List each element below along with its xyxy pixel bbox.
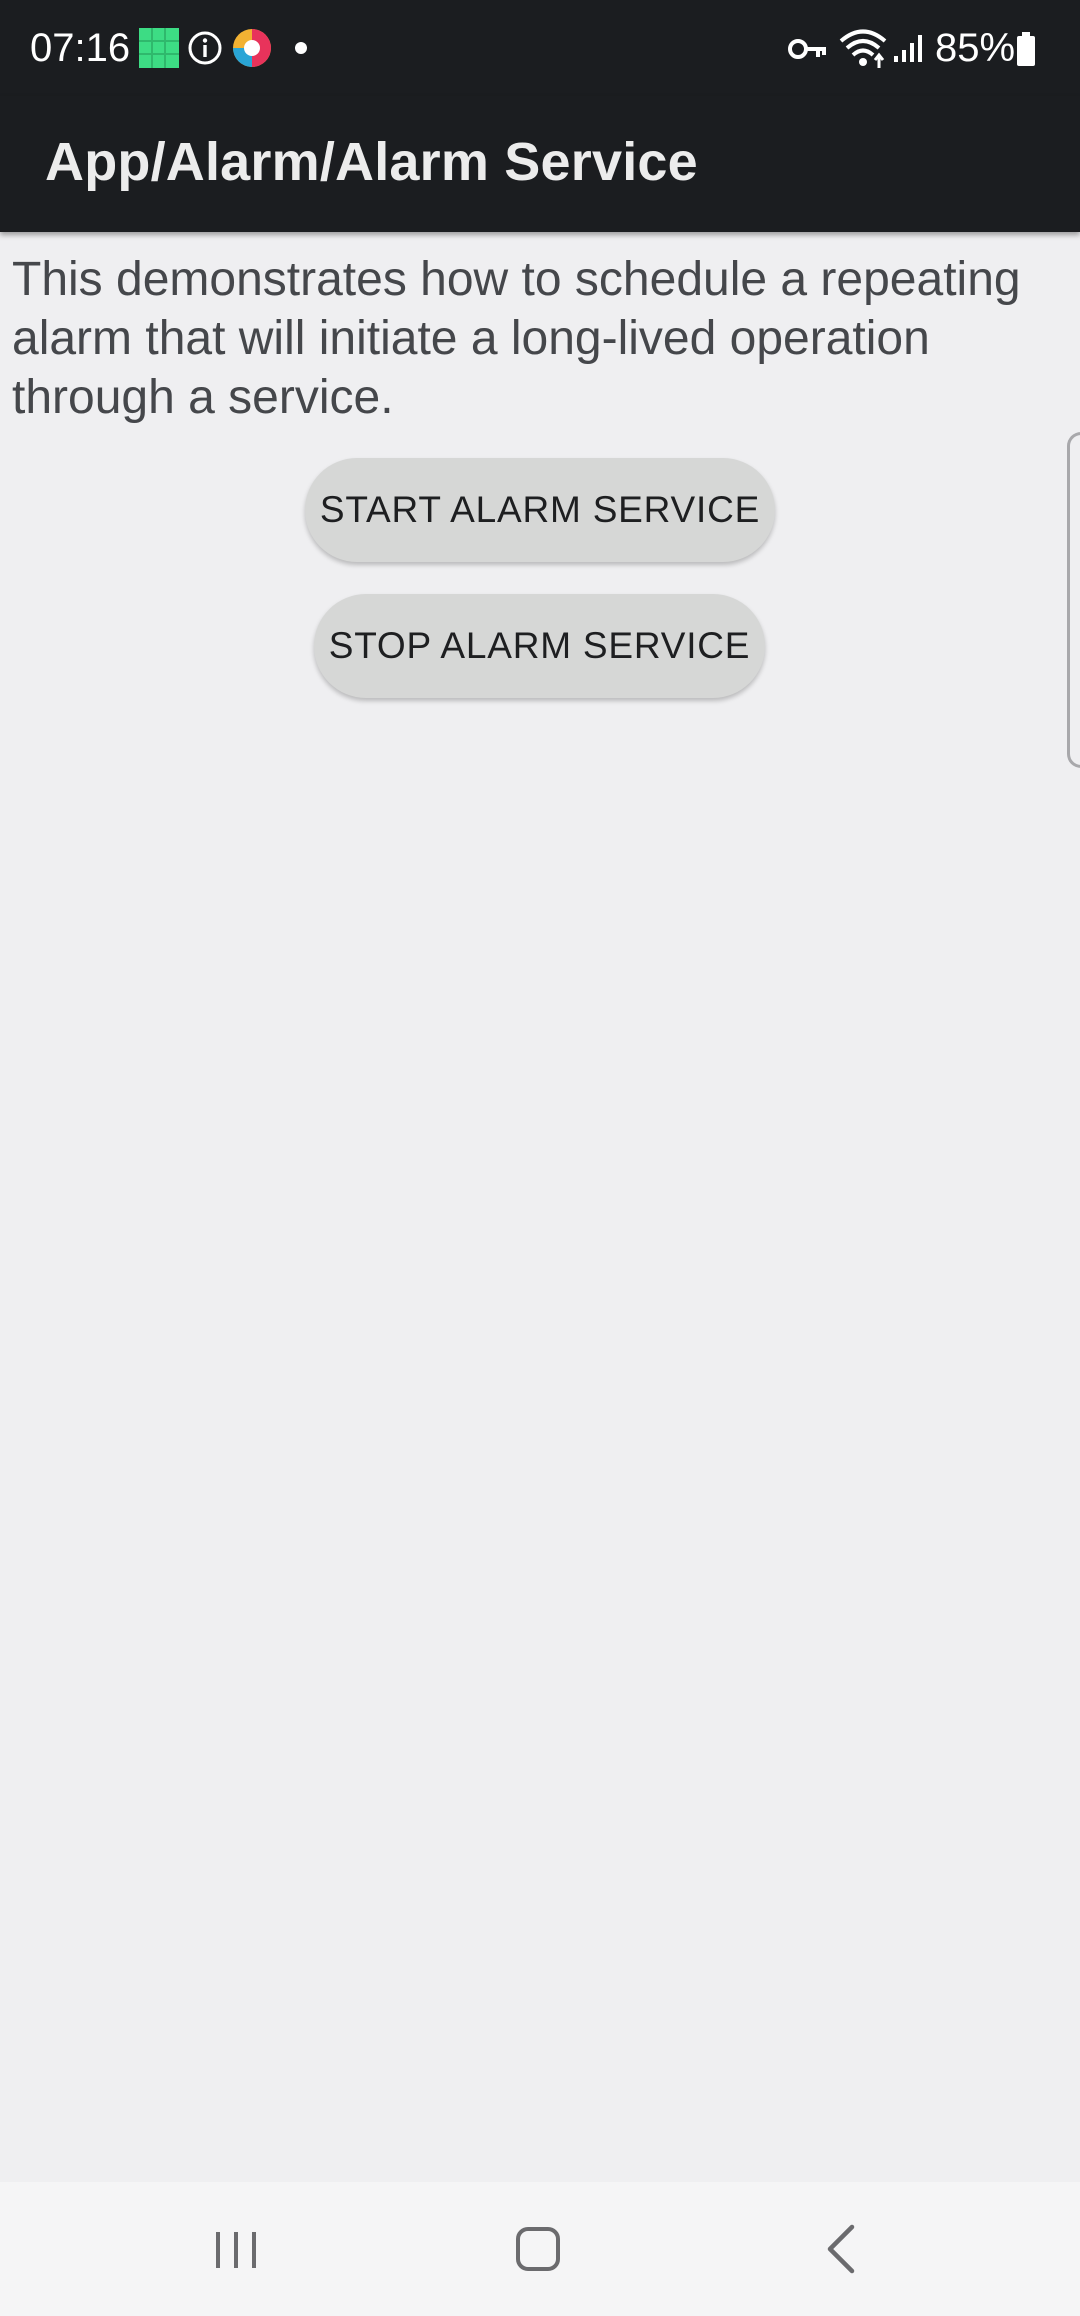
home-icon[interactable] <box>488 2212 588 2286</box>
status-bar: 07:16 85% <box>0 0 1080 96</box>
colorful-app-icon <box>233 29 271 67</box>
page-title: App/Alarm/Alarm Service <box>45 132 698 192</box>
status-time: 07:16 <box>30 26 131 70</box>
recents-icon[interactable] <box>186 2212 286 2286</box>
wifi-icon <box>839 29 887 68</box>
info-icon <box>188 31 222 65</box>
signal-icon <box>894 35 922 62</box>
start-alarm-service-button[interactable]: START ALARM SERVICE <box>305 458 775 562</box>
edge-panel-handle[interactable] <box>1067 432 1080 768</box>
main-content: This demonstrates how to schedule a repe… <box>0 232 1080 2182</box>
sheets-app-icon <box>139 28 179 68</box>
back-icon[interactable] <box>792 2212 892 2286</box>
vpn-key-icon <box>788 39 826 59</box>
description-text: This demonstrates how to schedule a repe… <box>12 253 1021 424</box>
app-bar: App/Alarm/Alarm Service <box>0 96 1080 232</box>
navigation-bar <box>0 2182 1080 2316</box>
battery-icon <box>1017 32 1035 66</box>
battery-percent: 85% <box>935 26 1016 70</box>
dot-icon <box>295 42 307 54</box>
stop-alarm-service-button[interactable]: STOP ALARM SERVICE <box>314 594 765 698</box>
